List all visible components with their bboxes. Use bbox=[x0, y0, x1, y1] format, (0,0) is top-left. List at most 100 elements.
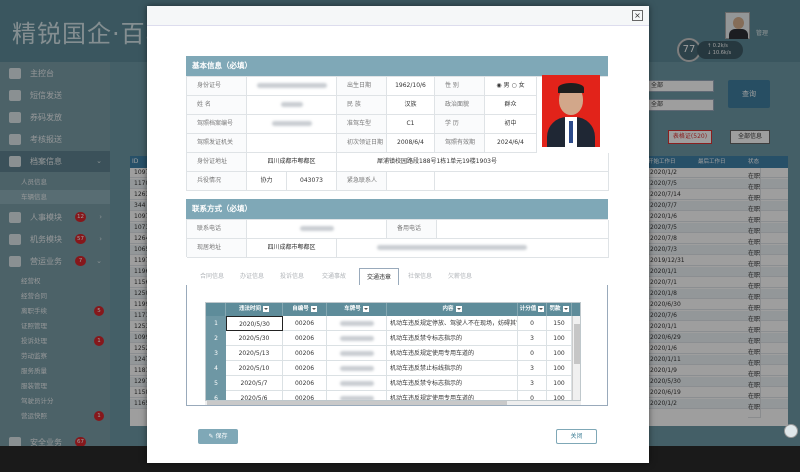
cell-points[interactable]: 3 bbox=[518, 376, 547, 391]
field-license-org[interactable] bbox=[247, 134, 337, 153]
field-birth[interactable]: 1962/10/6 bbox=[387, 77, 435, 96]
filter-icon[interactable] bbox=[362, 305, 369, 312]
field-emergency-phone[interactable] bbox=[435, 172, 609, 191]
field-id-address-detail[interactable]: 犀浦镇校园路段188号1栋1单元19楼1903号 bbox=[337, 153, 609, 172]
horizontal-scrollbar[interactable] bbox=[205, 401, 581, 405]
cell-date[interactable]: 2020/5/13 bbox=[226, 346, 283, 361]
field-current-address-city[interactable]: 四川成都市郫都区 bbox=[247, 239, 337, 258]
cell-date[interactable]: 2020/5/30 bbox=[226, 331, 283, 346]
cell-plate[interactable] bbox=[327, 376, 387, 391]
tab-license[interactable]: 办证信息 bbox=[232, 268, 272, 286]
field-backup-phone[interactable] bbox=[437, 220, 609, 239]
field-ethnic[interactable]: 汉族 bbox=[387, 96, 435, 115]
cell-content[interactable]: 机动车违反规定使用专用车道的 bbox=[387, 391, 518, 400]
cell-fine[interactable]: 100 bbox=[547, 376, 572, 391]
cell-plate[interactable] bbox=[327, 391, 387, 400]
filter-icon[interactable] bbox=[562, 305, 569, 312]
col-fine[interactable]: 罚款 bbox=[547, 303, 572, 316]
tab-violations[interactable]: 交通违章 bbox=[359, 268, 399, 286]
cell-plate[interactable] bbox=[327, 316, 387, 331]
cell-date[interactable]: 2020/5/6 bbox=[226, 391, 283, 400]
col-code[interactable]: 自编号 bbox=[283, 303, 327, 316]
filter-icon[interactable] bbox=[455, 305, 462, 312]
cell-fine[interactable]: 150 bbox=[547, 316, 572, 331]
col-content[interactable]: 内容 bbox=[387, 303, 518, 316]
cell-code[interactable]: 00206 bbox=[283, 331, 327, 346]
field-education[interactable]: 初中 bbox=[485, 115, 537, 134]
tab-wage-arrears[interactable]: 欠薪信息 bbox=[440, 268, 480, 286]
tab-accidents[interactable]: 交通事故 bbox=[312, 268, 356, 286]
label-valid-until: 驾照有效期 bbox=[435, 134, 485, 153]
field-name[interactable] bbox=[247, 96, 337, 115]
field-id-address-city[interactable]: 四川成都市郫都区 bbox=[247, 153, 337, 172]
violation-row[interactable]: 2 2020/5/30 00206 机动车违反禁令标志指示的 3 100 bbox=[206, 331, 580, 346]
cell-content[interactable]: 机动车违反禁令标志指示的 bbox=[387, 376, 518, 391]
field-driver-no[interactable] bbox=[247, 115, 337, 134]
field-current-address-detail[interactable] bbox=[337, 239, 609, 258]
cell-date[interactable]: 2020/5/7 bbox=[226, 376, 283, 391]
col-points[interactable]: 计分值 bbox=[518, 303, 547, 316]
field-military-code[interactable]: 043073 bbox=[287, 172, 337, 191]
label-first-license: 初次领证日期 bbox=[337, 134, 387, 153]
filter-icon[interactable] bbox=[263, 305, 269, 312]
save-button[interactable]: ✎ 保存 bbox=[198, 429, 238, 444]
cell-points[interactable]: 0 bbox=[518, 316, 547, 331]
cell-plate[interactable] bbox=[327, 346, 387, 361]
violation-row[interactable]: 4 2020/5/10 00206 机动车违反禁止标线指示的 3 100 bbox=[206, 361, 580, 376]
field-vehicle-type[interactable]: C1 bbox=[387, 115, 435, 134]
radio-female[interactable]: ○ 女 bbox=[511, 82, 524, 89]
helper-icon[interactable] bbox=[784, 424, 798, 438]
label-phone: 联系电话 bbox=[187, 220, 247, 239]
radio-male[interactable]: ◉ 男 bbox=[496, 82, 509, 89]
cell-code[interactable]: 00206 bbox=[283, 316, 327, 331]
label-military: 兵役情况 bbox=[187, 172, 247, 191]
col-plate[interactable]: 车牌号 bbox=[327, 303, 387, 316]
cell-content[interactable]: 机动车违反规定使用专用车道的 bbox=[387, 346, 518, 361]
vertical-scrollbar[interactable] bbox=[572, 316, 580, 400]
field-first-license[interactable]: 2008/6/4 bbox=[387, 134, 435, 153]
cell-date[interactable]: 2020/5/30 bbox=[226, 316, 283, 331]
label-driver-no: 驾照档案编号 bbox=[187, 115, 247, 134]
cell-fine[interactable]: 100 bbox=[547, 331, 572, 346]
field-emergency[interactable] bbox=[387, 172, 435, 191]
cell-code[interactable]: 00206 bbox=[283, 376, 327, 391]
field-id-no[interactable] bbox=[247, 77, 337, 96]
tab-social-security[interactable]: 社保信息 bbox=[400, 268, 440, 286]
col-date[interactable]: 违法时间 bbox=[226, 303, 283, 316]
cell-content[interactable]: 机动车违反禁令标志指示的 bbox=[387, 331, 518, 346]
cell-fine[interactable]: 100 bbox=[547, 346, 572, 361]
filter-icon[interactable] bbox=[538, 305, 545, 312]
field-military[interactable]: 协力 bbox=[247, 172, 287, 191]
violation-row[interactable]: 12020/5/3000206 机动车违反规定停放、驾驶人不在现场，妨碍其它车辆0… bbox=[206, 316, 580, 331]
close-icon[interactable]: × bbox=[632, 10, 643, 21]
filter-icon[interactable] bbox=[310, 305, 317, 312]
cell-plate[interactable] bbox=[327, 331, 387, 346]
violation-row[interactable]: 3 2020/5/13 00206 机动车违反规定使用专用车道的 0 100 bbox=[206, 346, 580, 361]
cell-code[interactable]: 00206 bbox=[283, 361, 327, 376]
violation-row[interactable]: 5 2020/5/7 00206 机动车违反禁令标志指示的 3 100 bbox=[206, 376, 580, 391]
cell-code[interactable]: 00206 bbox=[283, 346, 327, 361]
cell-points[interactable]: 3 bbox=[518, 361, 547, 376]
row-number: 3 bbox=[206, 346, 226, 361]
field-gender[interactable]: ◉ 男 ○ 女 bbox=[485, 77, 537, 96]
field-politics[interactable]: 群众 bbox=[485, 96, 537, 115]
cell-fine[interactable]: 100 bbox=[547, 361, 572, 376]
cell-points[interactable]: 0 bbox=[518, 391, 547, 400]
close-button[interactable]: 关闭 bbox=[556, 429, 597, 444]
tab-contract[interactable]: 合同信息 bbox=[192, 268, 232, 286]
cell-points[interactable]: 0 bbox=[518, 346, 547, 361]
field-valid-until[interactable]: 2024/6/4 bbox=[485, 134, 537, 153]
cell-code[interactable]: 00206 bbox=[283, 391, 327, 400]
cell-fine[interactable]: 100 bbox=[547, 391, 572, 400]
cell-date[interactable]: 2020/5/10 bbox=[226, 361, 283, 376]
cell-content[interactable]: 机动车违反规定停放、驾驶人不在现场，妨碍其它车辆 bbox=[387, 316, 518, 331]
violation-row[interactable]: 6 2020/5/6 00206 机动车违反规定使用专用车道的 0 100 bbox=[206, 391, 580, 400]
cell-plate[interactable] bbox=[327, 361, 387, 376]
row-number: 1 bbox=[206, 316, 226, 331]
field-phone[interactable] bbox=[247, 220, 387, 239]
tab-complaints[interactable]: 投诉信息 bbox=[272, 268, 312, 286]
cell-points[interactable]: 3 bbox=[518, 331, 547, 346]
driver-photo[interactable] bbox=[542, 75, 600, 147]
label-id-no: 身份证号 bbox=[187, 77, 247, 96]
cell-content[interactable]: 机动车违反禁止标线指示的 bbox=[387, 361, 518, 376]
